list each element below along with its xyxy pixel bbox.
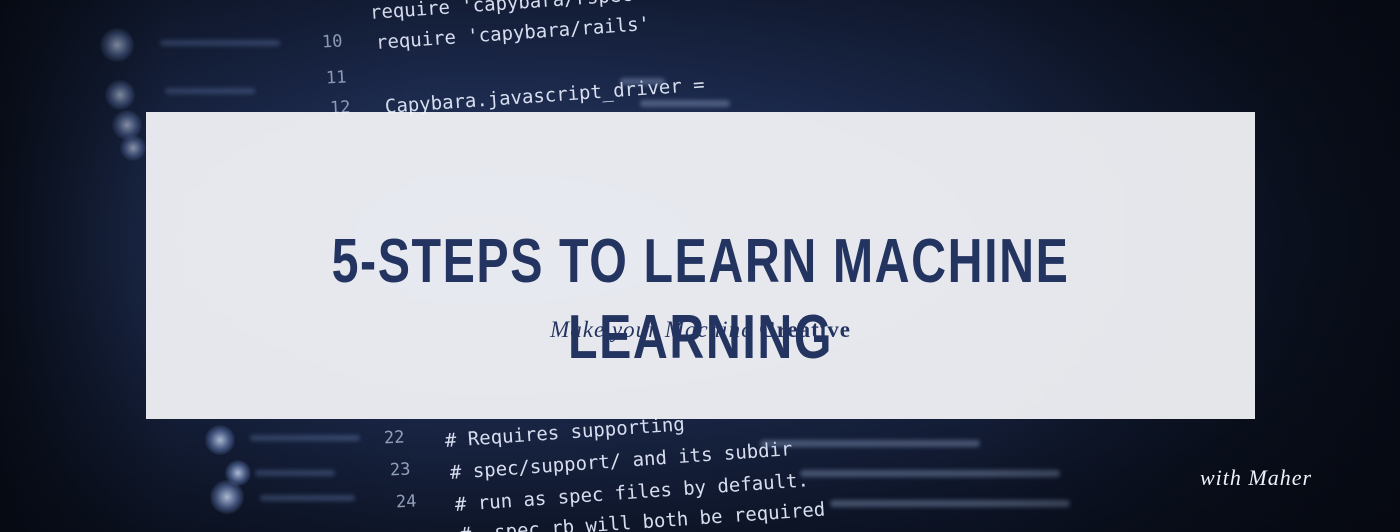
sidebar-dot	[100, 28, 134, 62]
subtitle: Make your Machine Creative	[146, 317, 1255, 343]
sidebar-dot	[210, 480, 244, 514]
sidebar-dot	[205, 425, 235, 455]
sidebar-dot	[120, 135, 146, 161]
line-number: 22	[383, 427, 405, 449]
subtitle-bold-text: Creative	[759, 317, 851, 342]
code-blur-line	[640, 100, 730, 107]
sidebar-line	[255, 470, 335, 476]
code-blur-line	[800, 470, 1060, 477]
sidebar-line	[160, 40, 280, 46]
line-number: 10	[321, 31, 343, 53]
author-byline: with Maher	[1200, 465, 1313, 490]
code-blur-line	[760, 440, 980, 447]
line-number: 11	[325, 67, 347, 89]
code-line: # Requires supporting	[444, 413, 686, 452]
title-card: 5-STEPS TO LEARN MACHINE LEARNING Make y…	[146, 112, 1255, 419]
line-number: 23	[389, 459, 411, 481]
sidebar-line	[165, 88, 255, 94]
code-blur-line	[620, 78, 665, 85]
sidebar-line	[250, 435, 360, 441]
hero-banner: 10 11 12 22 23 24 require 'capybara/rspe…	[0, 0, 1400, 532]
code-blur-line	[830, 500, 1070, 507]
subtitle-italic-text: Make your Machine	[550, 317, 753, 342]
sidebar-dot	[105, 80, 135, 110]
page-title: 5-STEPS TO LEARN MACHINE LEARNING	[331, 227, 1070, 372]
line-number: 24	[395, 491, 417, 513]
sidebar-line	[260, 495, 355, 501]
